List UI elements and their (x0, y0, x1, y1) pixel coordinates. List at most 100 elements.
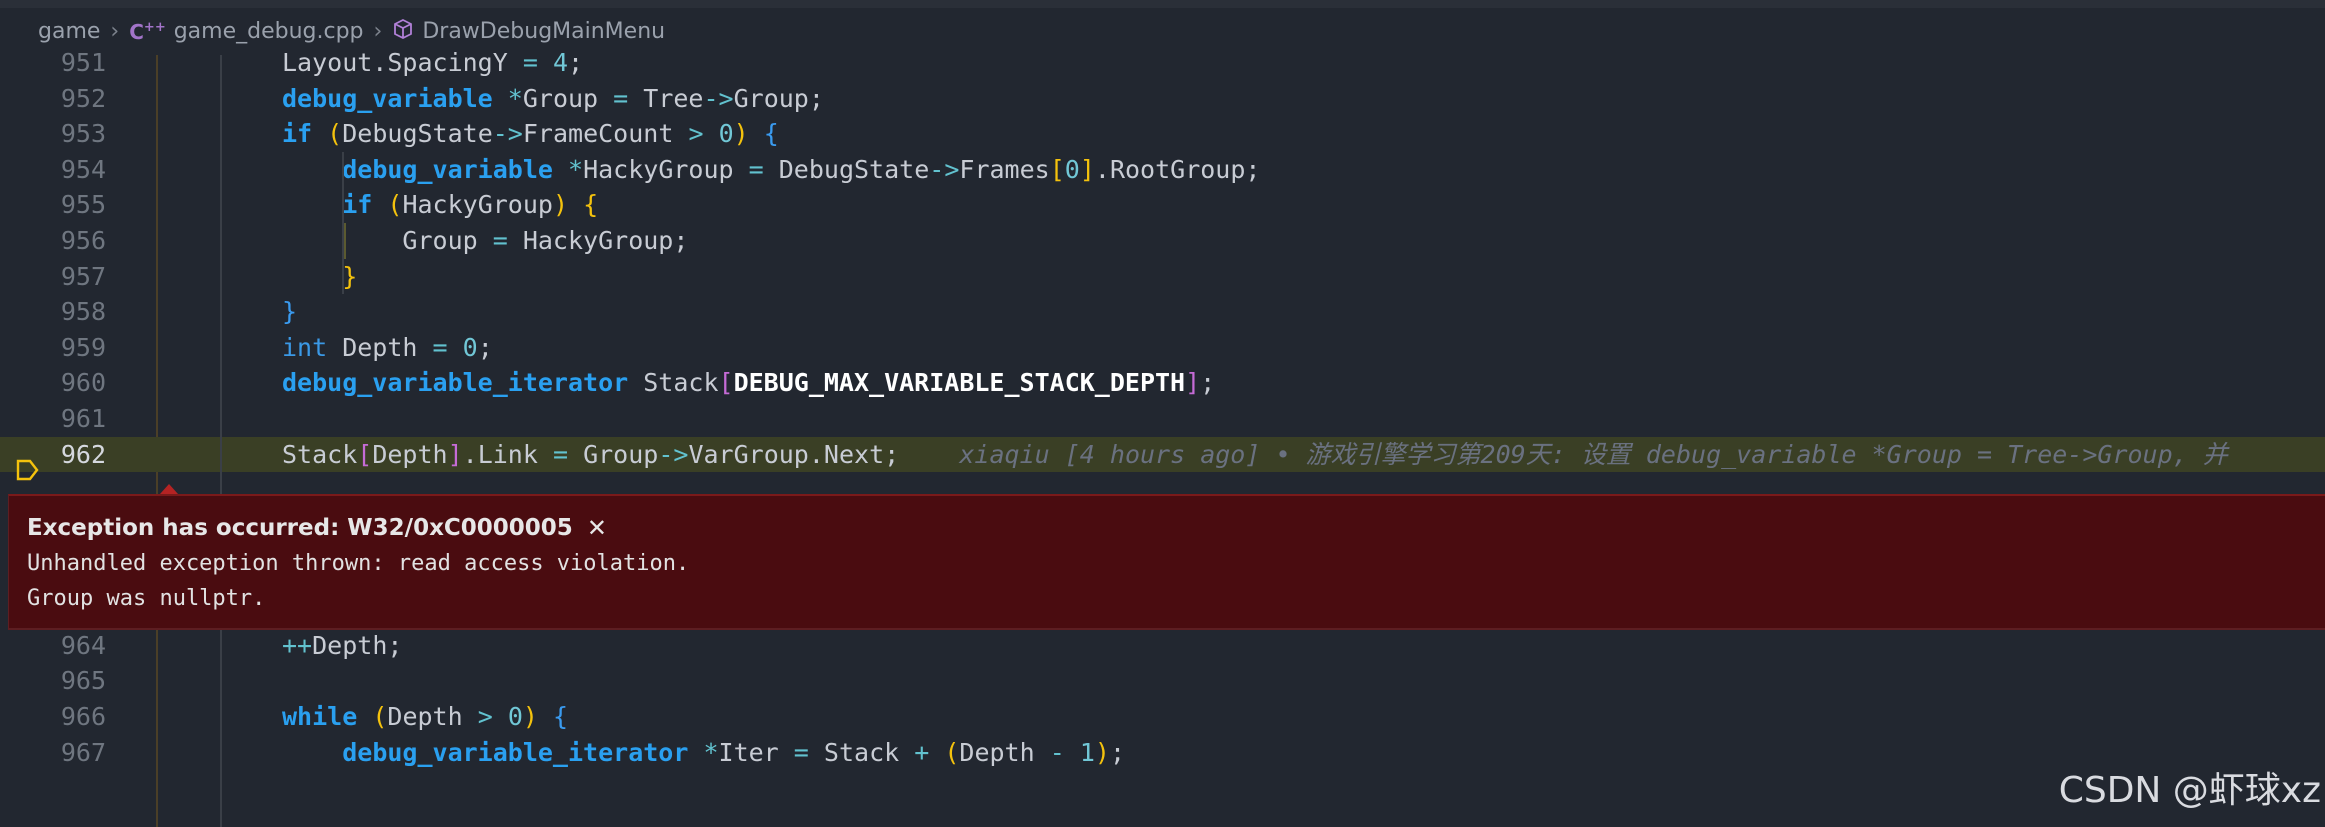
chevron-right-icon: › (110, 19, 120, 44)
code-text[interactable]: debug_variable_iterator *Iter = Stack + … (282, 735, 1125, 771)
code-token: 0 (507, 702, 523, 731)
breadcrumb-file[interactable]: game_debug.cpp (174, 19, 364, 44)
code-token: FrameCount (522, 119, 689, 149)
code-text[interactable]: debug_variable_iterator Stack[DEBUG_MAX_… (282, 365, 1215, 401)
line-number[interactable]: 960 (0, 365, 106, 401)
code-token: [ (1049, 154, 1065, 184)
cube-icon (392, 18, 414, 46)
code-line[interactable]: 965 (0, 663, 2325, 699)
breakpoint-arrow-icon[interactable] (14, 457, 40, 487)
line-number[interactable]: 951 (0, 45, 106, 81)
code-token: = (748, 154, 764, 184)
code-token: Iter (718, 737, 794, 767)
code-token: Depth (387, 702, 478, 731)
breadcrumb-symbol[interactable]: DrawDebugMainMenu (422, 19, 665, 44)
code-text[interactable]: ++Depth; (282, 628, 402, 664)
code-token: 0 (462, 332, 478, 362)
code-token: Depth (372, 439, 448, 469)
line-number[interactable]: 965 (0, 663, 106, 699)
code-token: -> (929, 154, 960, 184)
code-token: + (914, 737, 930, 767)
tab-strip (0, 0, 2325, 8)
line-number[interactable]: 957 (0, 259, 106, 295)
code-token: ; (477, 332, 493, 362)
code-text[interactable]: } (282, 294, 297, 330)
code-text[interactable]: Stack[Depth].Link = Group->VarGroup.Next… (282, 437, 2228, 473)
code-token: ) (552, 190, 569, 220)
line-number[interactable]: 956 (0, 223, 106, 259)
code-line[interactable]: 960 debug_variable_iterator Stack[DEBUG_M… (0, 365, 2325, 401)
code-line[interactable]: 955 if (HackyGroup) { (0, 187, 2325, 223)
code-line[interactable]: 958} (0, 294, 2325, 330)
code-token: > (688, 119, 704, 149)
code-line[interactable]: 964 ++Depth; (0, 628, 2325, 664)
code-token: ] (1185, 368, 1201, 398)
code-token: DebugState (342, 119, 493, 149)
line-number[interactable]: 958 (0, 294, 106, 330)
code-line[interactable]: 966 while (Depth > 0) { (0, 699, 2325, 735)
indent-guide (344, 223, 347, 259)
code-text[interactable]: if (HackyGroup) { (282, 187, 598, 223)
code-line[interactable]: 961 (0, 401, 2325, 437)
code-token: ) (1094, 737, 1110, 767)
code-token: debug_variable (282, 83, 493, 113)
code-token: DebugState (763, 154, 930, 184)
code-line[interactable]: 967 debug_variable_iterator *Iter = Stac… (0, 735, 2325, 771)
code-token: HackyGroup; (507, 226, 689, 255)
code-token: -> (703, 83, 734, 113)
indent-guide (220, 55, 222, 827)
line-number[interactable]: 966 (0, 699, 106, 735)
line-number[interactable]: 961 (0, 401, 106, 437)
line-number[interactable]: 967 (0, 735, 106, 771)
code-line[interactable]: 953 if (DebugState->FrameCount > 0) { (0, 116, 2325, 152)
code-text[interactable]: while (Depth > 0) { (282, 699, 568, 735)
code-token: Depth; (312, 630, 403, 660)
line-number[interactable]: 954 (0, 152, 106, 188)
code-line[interactable]: 957 } (0, 259, 2325, 295)
code-text[interactable]: if (DebugState->FrameCount > 0) { (282, 116, 779, 152)
code-token: 0 (718, 119, 734, 149)
line-number[interactable]: 955 (0, 187, 106, 223)
code-text[interactable]: Layout.SpacingY = 4; (282, 45, 583, 81)
code-text[interactable]: int Depth = 0; (282, 330, 493, 366)
git-blame-annotation[interactable]: xiaqiu [4 hours ago] • 游戏引擎学习第209天: 设置 d… (899, 440, 2227, 469)
code-token: Depth (959, 737, 1050, 767)
exception-title: Exception has occurred: W32/0xC0000005 (27, 515, 573, 541)
exception-pointer (160, 484, 178, 494)
close-icon[interactable]: ✕ (587, 514, 607, 542)
code-text[interactable]: } (282, 259, 357, 295)
code-text[interactable]: debug_variable *HackyGroup = DebugState-… (282, 152, 1260, 188)
code-token: Group (282, 226, 493, 255)
line-number[interactable]: 953 (0, 116, 106, 152)
line-number[interactable]: 964 (0, 628, 106, 664)
cpp-icon: C++ (129, 19, 166, 44)
code-token: ( (327, 119, 343, 149)
code-token: DEBUG_MAX_VARIABLE_STACK_DEPTH (733, 368, 1186, 398)
code-editor[interactable]: 951 Layout.SpacingY = 4; 952 debug_variable… (0, 48, 2325, 827)
line-number[interactable]: 959 (0, 330, 106, 366)
code-token: } (342, 261, 358, 291)
code-line[interactable]: 951 Layout.SpacingY = 4; (0, 45, 2325, 81)
code-line[interactable]: 956 Group = HackyGroup; (0, 223, 2325, 259)
code-line[interactable]: 962 Stack[Depth].Link = Group->VarGroup.N… (0, 436, 2325, 473)
code-token: = (613, 83, 629, 113)
breadcrumb-folder[interactable]: game (38, 19, 100, 44)
code-token: [ (718, 368, 734, 398)
code-line[interactable]: 954 debug_variable *HackyGroup = DebugSt… (0, 152, 2325, 188)
code-text[interactable]: debug_variable *Group = Tree->Group; (282, 81, 824, 117)
code-token: ++ (282, 630, 313, 660)
code-line[interactable]: 952 debug_variable *Group = Tree->Group; (0, 81, 2325, 117)
code-token: = (552, 439, 569, 469)
line-number[interactable]: 952 (0, 81, 106, 117)
code-token: ; (1109, 737, 1126, 767)
code-line[interactable]: 959 int Depth = 0; (0, 330, 2325, 366)
code-token: Frames (959, 154, 1050, 184)
